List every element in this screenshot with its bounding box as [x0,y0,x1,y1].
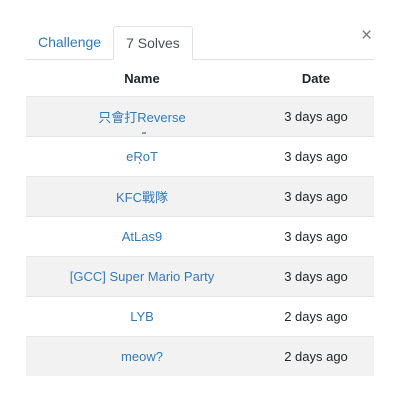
solves-modal: × Challenge 7 Solves Name Date 只會打Revers… [0,0,400,411]
team-link[interactable]: KFC戰隊 [116,190,168,205]
table-row: AtLas9 3 days ago [26,216,374,256]
solve-date: 3 days ago [284,269,348,284]
team-link[interactable]: eRoT [126,149,158,164]
table-row: KFC戰隊 3 days ago [26,176,374,216]
solve-date: 3 days ago [284,109,348,124]
table-row: eRoT ͣ͛̓͂ͨ ̗̖̯̤̝ 3 days ago [26,136,374,176]
table-row: 只會打Reverse 3 days ago [26,96,374,136]
team-link[interactable]: 只會打Reverse [98,110,185,125]
solve-date: 2 days ago [284,309,348,324]
date-column-header: Date [301,70,331,86]
team-link[interactable]: [GCC] Super Mario Party [70,269,215,284]
team-link[interactable]: AtLas9 [122,229,162,244]
table-header: Name Date [26,60,374,96]
solve-date: 2 days ago [284,349,348,364]
solve-date: 3 days ago [284,149,348,164]
tab-solves[interactable]: 7 Solves [113,26,193,60]
tab-bar: Challenge 7 Solves [26,26,374,60]
name-column-header: Name [124,70,160,86]
table-row: LYB 2 days ago [26,296,374,336]
solves-table: Name Date 只會打Reverse 3 days ago eRoT ͣ͛̓… [26,60,374,376]
team-link[interactable]: LYB [130,309,154,324]
solve-date: 3 days ago [284,229,348,244]
table-row: [GCC] Super Mario Party 3 days ago [26,256,374,296]
table-row: meow? 2 days ago [26,336,374,376]
team-link[interactable]: meow? [121,349,163,364]
solve-date: 3 days ago [284,189,348,204]
tab-challenge[interactable]: Challenge [26,26,113,58]
